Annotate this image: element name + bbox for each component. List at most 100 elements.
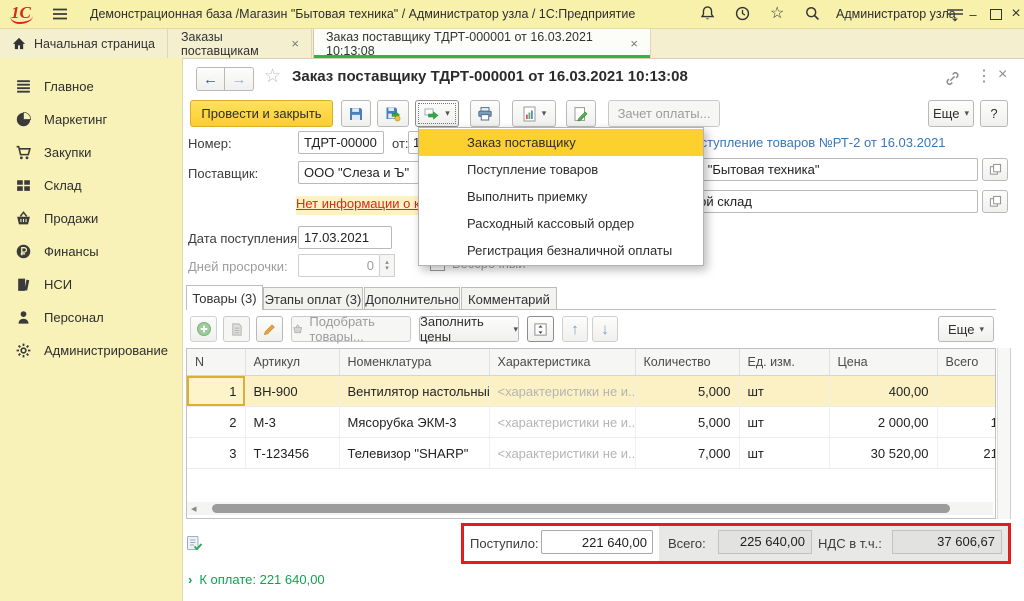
col-characteristic[interactable]: Характеристика [489,349,635,376]
add-plus-icon [196,321,212,337]
total-value: 225 640,00 [718,530,812,554]
received-input[interactable] [541,530,653,554]
minimize-button[interactable]: – [963,4,983,24]
col-price[interactable]: Цена [829,349,937,376]
supplier-label: Поставщик: [188,166,258,181]
col-n[interactable]: N [187,349,245,376]
tab-home[interactable]: Начальная страница [0,29,168,58]
copy-row-button[interactable] [223,316,250,342]
table-row[interactable]: 3 Т-123456 Телевизор "SHARP" <характерис… [187,438,996,469]
print-button[interactable] [470,100,500,127]
menu-item-cash-expense-order[interactable]: Расходный кассовый ордер [419,210,703,237]
tab-label: Заказы поставщикам [181,30,283,58]
table-row[interactable]: 1 ВН-900 Вентилятор настольный <характер… [187,376,996,407]
hamburger-menu-icon[interactable] [52,8,68,20]
menu-item-register-cashless-payment[interactable]: Регистрация безналичной оплаты [419,237,703,264]
sidebar-item-finance[interactable]: Финансы [0,235,182,268]
add-row-button[interactable] [190,316,217,342]
sidebar-item-marketing[interactable]: Маркетинг [0,103,182,136]
receipt-document-link[interactable]: Поступление товаров №РТ-2 от 16.03.2021 [684,135,946,150]
post-document-button[interactable] [377,100,409,127]
history-icon[interactable] [734,5,751,22]
col-article[interactable]: Артикул [245,349,339,376]
organization-choose-button[interactable] [982,158,1008,181]
receipt-date-input[interactable] [298,226,392,249]
create-based-on-button[interactable]: ▾ [415,100,459,127]
maximize-icon [990,9,1002,20]
col-total[interactable]: Всего [937,349,996,376]
col-nomenclature[interactable]: Номенклатура [339,349,489,376]
page-tab-comment[interactable]: Комментарий [461,287,557,310]
spinner-down-icon[interactable]: ▾ [385,266,389,272]
fill-prices-button[interactable]: Заполнить цены▾ [419,316,519,342]
close-tab-icon[interactable]: × [291,37,299,50]
shopping-cart-icon-item-purchases[interactable]: Закупки [0,136,182,169]
table-horizontal-scrollbar[interactable]: ◂ [187,502,993,515]
overdue-days-input[interactable] [298,254,380,277]
edit-row-button[interactable] [256,316,283,342]
sidebar-item-nsi[interactable]: НСИ [0,268,182,301]
caret-down-icon: ▾ [964,108,969,119]
more-kebab-icon[interactable]: ⋮ [976,66,992,86]
edit-document-button[interactable] [566,100,596,127]
help-button[interactable]: ? [980,100,1008,127]
printer-icon [477,106,493,122]
move-row-up-button[interactable]: ↑ [562,316,588,342]
tab-label: Начальная страница [34,37,155,51]
warehouse-choose-button[interactable] [982,190,1008,213]
favorite-star-icon[interactable]: ☆ [264,65,281,88]
col-unit[interactable]: Ед. изм. [739,349,829,376]
tab-supplier-orders-list[interactable]: Заказы поставщикам × [169,29,312,58]
reports-button[interactable]: ▾ [512,100,556,127]
close-tab-icon[interactable]: × [630,37,638,50]
table-more-button[interactable]: Еще▾ [938,316,994,342]
number-input[interactable] [298,131,384,154]
favorites-star-icon[interactable]: ☆ [770,3,784,23]
overdue-days-spinner[interactable]: ▴ ▾ [380,254,395,277]
receipt-date-label: Дата поступления: [188,231,301,246]
service-menu-icon[interactable] [946,8,964,22]
table-vertical-scrollbar[interactable] [997,348,1011,519]
expand-table-button[interactable] [527,316,554,342]
sidebar-item-personnel[interactable]: Персонал [0,301,182,334]
page-tab-payment-stages[interactable]: Этапы оплат (3) [263,287,363,310]
col-quantity[interactable]: Количество [635,349,739,376]
caret-down-icon: ▾ [513,324,518,335]
forward-button[interactable]: → [225,67,254,91]
page-tab-goods[interactable]: Товары (3) [186,285,263,310]
sidebar-item-warehouse[interactable]: Склад [0,169,182,202]
tab-supplier-order-document[interactable]: Заказ поставщику ТДРТ-000001 от 16.03.20… [313,29,651,58]
notifications-bell-icon[interactable] [699,5,716,22]
menu-item-goods-receipt[interactable]: Поступление товаров [419,156,703,183]
close-window-button[interactable]: × [1006,4,1024,24]
back-button[interactable]: ← [196,67,225,91]
more-actions-button[interactable]: Еще▾ [928,100,974,127]
tab-label: Заказ поставщику ТДРТ-000001 от 16.03.20… [326,30,622,58]
table-row[interactable]: 2 М-3 Мясорубка ЭКМ-3 <характеристики не… [187,407,996,438]
sidebar-item-main[interactable]: Главное [0,70,182,103]
move-row-down-button[interactable]: ↓ [592,316,618,342]
close-document-icon[interactable]: × [998,66,1007,84]
sidebar-item-administration[interactable]: Администрирование [0,334,182,367]
maximize-button[interactable] [986,4,1006,24]
offset-payment-button[interactable]: Зачет оплаты... [608,100,720,127]
page-tab-additional[interactable]: Дополнительно [364,287,460,310]
pick-goods-button[interactable]: Подобрать товары... [291,316,411,342]
scroll-left-arrow-icon[interactable]: ◂ [191,502,197,515]
search-icon[interactable] [804,5,821,22]
menu-item-perform-acceptance[interactable]: Выполнить приемку [419,183,703,210]
pie-chart-icon [15,111,32,128]
create-based-on-menu: Заказ поставщику Поступление товаров Вып… [418,127,704,266]
choose-from-list-icon [989,195,1002,208]
current-user[interactable]: Администратор узла [836,7,956,21]
menu-item-supplier-order[interactable]: Заказ поставщику [419,129,703,156]
get-link-icon[interactable] [944,70,961,87]
edit-pencil-icon [573,106,589,122]
gear-icon [15,342,32,359]
save-button[interactable] [341,100,371,127]
post-and-close-button[interactable]: Провести и закрыть [190,100,333,127]
to-pay-link[interactable]: ›К оплате: 221 640,00 [188,572,325,587]
sidebar-item-sales[interactable]: Продажи [0,202,182,235]
scrollbar-thumb[interactable] [212,504,950,513]
document-posted-icon[interactable] [186,535,203,552]
